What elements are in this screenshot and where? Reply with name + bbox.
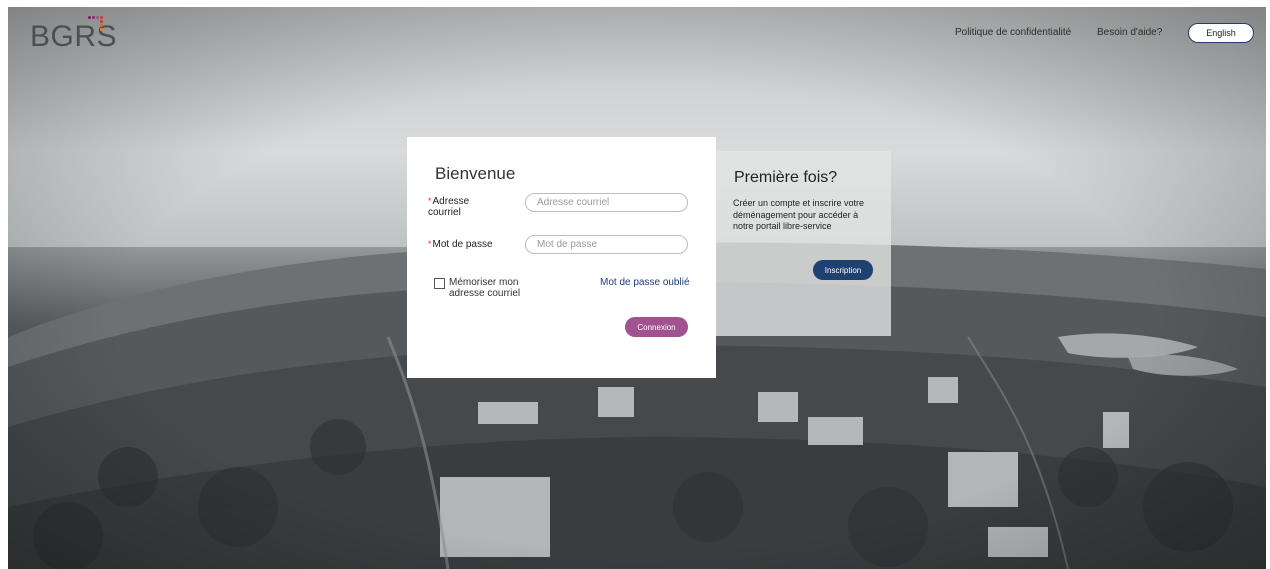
login-card: Bienvenue *Adresse courriel *Mot de pass…	[407, 137, 716, 378]
forgot-password-link[interactable]: Mot de passe oublié	[600, 277, 690, 288]
login-button[interactable]: Connexion	[625, 317, 688, 337]
email-label: *Adresse courriel	[428, 196, 470, 218]
required-marker: *	[428, 196, 432, 206]
language-toggle-button[interactable]: English	[1188, 23, 1254, 43]
first-time-panel: Première fois? Créer un compte et inscri…	[716, 151, 891, 336]
signup-button[interactable]: Inscription	[813, 260, 873, 280]
email-field[interactable]	[525, 193, 688, 212]
remember-email-label[interactable]: Mémoriser mon adresse courriel	[449, 277, 539, 299]
remember-email-checkbox[interactable]	[434, 278, 445, 289]
password-field[interactable]	[525, 235, 688, 254]
required-marker: *	[428, 239, 432, 249]
privacy-policy-link[interactable]: Politique de confidentialité	[955, 27, 1071, 38]
login-title: Bienvenue	[435, 164, 516, 183]
bgrs-logo[interactable]: BGRS	[30, 20, 117, 54]
help-link[interactable]: Besoin d'aide?	[1097, 27, 1162, 38]
password-label: *Mot de passe	[428, 239, 493, 250]
first-time-description: Créer un compte et inscrire votre déména…	[733, 198, 865, 231]
logo-dots-icon	[88, 16, 103, 32]
first-time-title: Première fois?	[734, 169, 838, 186]
